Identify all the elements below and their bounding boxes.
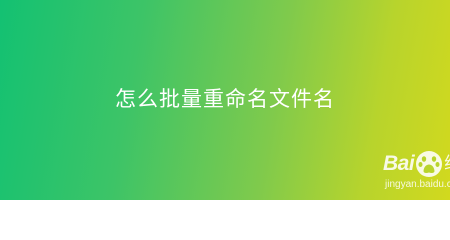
banner: 怎么批量重命名文件名 Bai 经 jingyan.baidu.com: [0, 0, 450, 200]
watermark-brand-text: Bai: [383, 152, 415, 175]
page-title: 怎么批量重命名文件名: [115, 87, 335, 111]
watermark-logo: Bai 经: [383, 150, 450, 178]
watermark-jingyan-char: 经: [444, 150, 450, 178]
baidu-jingyan-watermark: Bai 经 jingyan.baidu.com: [383, 150, 450, 195]
watermark-url: jingyan.baidu.com: [385, 179, 450, 190]
baidu-paw-icon: [415, 150, 443, 178]
